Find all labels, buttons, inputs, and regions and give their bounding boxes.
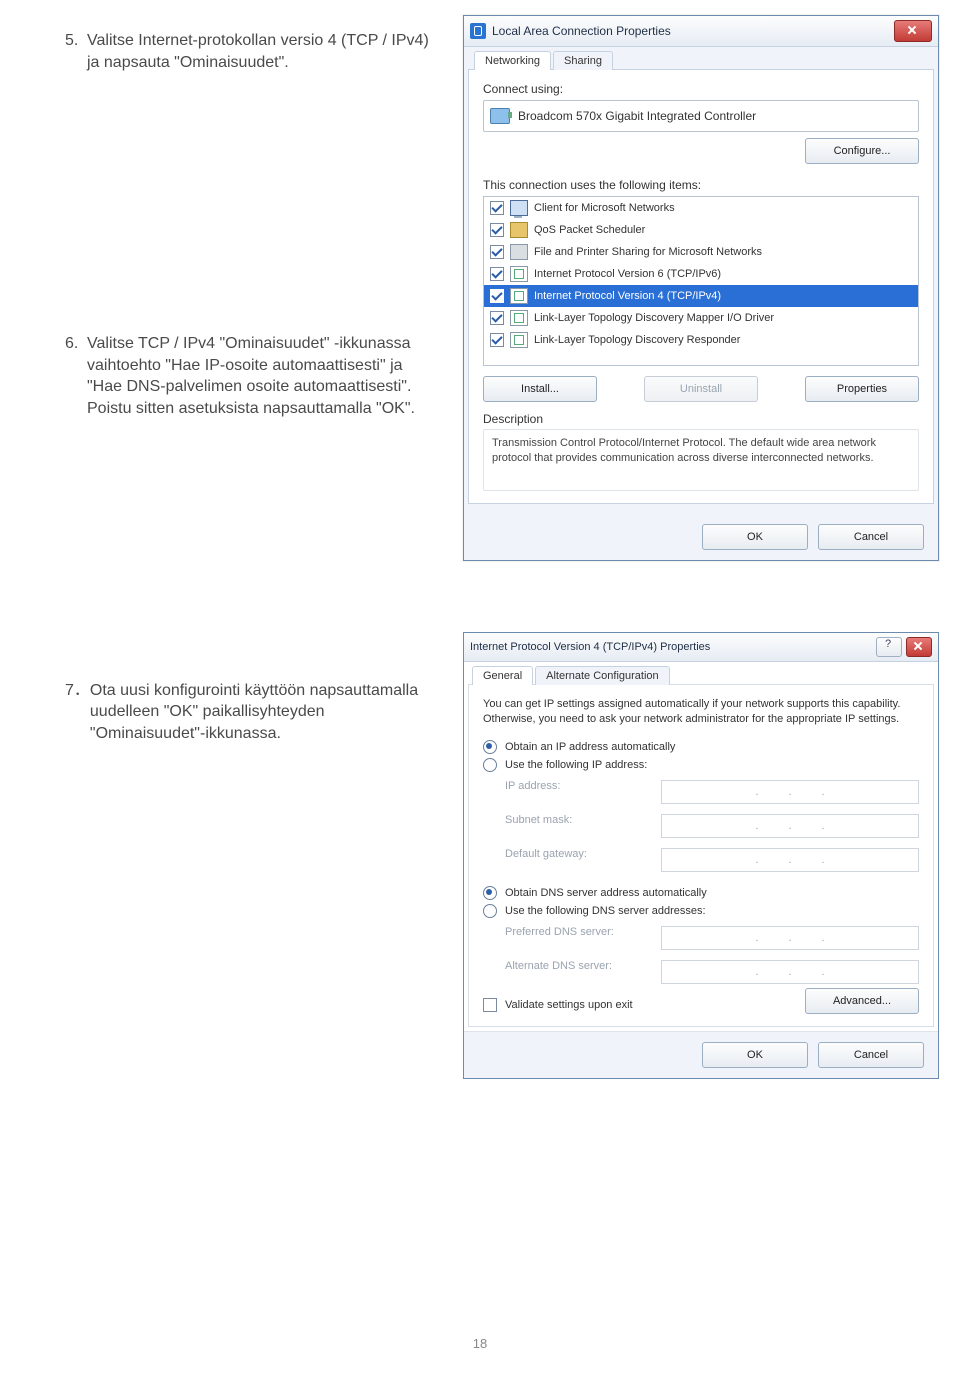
preferred-dns-field: ... [661,926,919,950]
list-item[interactable]: File and Printer Sharing for Microsoft N… [484,241,918,263]
install-button[interactable]: Install... [483,376,597,402]
checkbox-icon[interactable] [490,311,504,325]
radio-dot-icon [483,886,497,900]
default-gateway-field: ... [661,848,919,872]
properties-button[interactable]: Properties [805,376,919,402]
list-item[interactable]: Internet Protocol Version 6 (TCP/IPv6) [484,263,918,285]
subnet-mask-label: Subnet mask: [505,814,645,838]
printer-share-icon [510,244,528,260]
items-caption: This connection uses the following items… [483,178,919,192]
list-item-label: Link-Layer Topology Discovery Mapper I/O… [534,312,774,324]
connection-items-list[interactable]: Client for Microsoft Networks QoS Packet… [483,196,919,366]
default-gateway-label: Default gateway: [505,848,645,872]
radio-label: Obtain an IP address automatically [505,741,675,753]
description-label: Description [483,412,919,426]
radio-use-following-dns[interactable]: Use the following DNS server addresses: [483,904,919,918]
tab-alternate-configuration[interactable]: Alternate Configuration [535,666,670,685]
checkbox-icon[interactable] [490,289,504,303]
radio-label: Use the following IP address: [505,759,647,771]
list-item[interactable]: Client for Microsoft Networks [484,197,918,219]
lac-titlebar: Local Area Connection Properties [464,16,938,47]
radio-dot-icon [483,758,497,772]
radio-dot-icon [483,740,497,754]
cancel-button[interactable]: Cancel [818,1042,924,1068]
protocol-icon [510,288,528,304]
step-7-number: 7． [65,680,90,745]
ipv4-titlebar: Internet Protocol Version 4 (TCP/IPv4) P… [464,633,938,662]
lac-title: Local Area Connection Properties [492,24,671,38]
configure-button[interactable]: Configure... [805,138,919,164]
connect-using-label: Connect using: [483,82,919,96]
list-item-selected[interactable]: Internet Protocol Version 4 (TCP/IPv4) [484,285,918,307]
subnet-mask-field: ... [661,814,919,838]
close-button[interactable] [894,20,932,42]
step-5-number: 5. [65,30,87,73]
step-7: 7． Ota uusi konfigurointi käyttöön napsa… [65,680,435,745]
list-item[interactable]: Link-Layer Topology Discovery Mapper I/O… [484,307,918,329]
ip-address-label: IP address: [505,780,645,804]
ipv4-properties-dialog: Internet Protocol Version 4 (TCP/IPv4) P… [463,632,939,1079]
checkbox-icon[interactable] [483,998,497,1012]
ipv4-intro-text: You can get IP settings assigned automat… [483,697,919,728]
ok-button[interactable]: OK [702,524,808,550]
list-item-label: Client for Microsoft Networks [534,202,675,214]
advanced-button[interactable]: Advanced... [805,988,919,1014]
list-item[interactable]: Link-Layer Topology Discovery Responder [484,329,918,351]
checkbox-icon[interactable] [490,223,504,237]
protocol-icon [510,332,528,348]
step-6: 6. Valitse TCP / IPv4 "Ominaisuudet" -ik… [65,333,435,419]
tab-general[interactable]: General [472,666,533,685]
checkbox-icon[interactable] [490,201,504,215]
checkbox-icon[interactable] [490,333,504,347]
step-6-text: Valitse TCP / IPv4 "Ominaisuudet" -ikkun… [87,333,435,419]
radio-label: Use the following DNS server addresses: [505,905,706,917]
radio-obtain-dns-auto[interactable]: Obtain DNS server address automatically [483,886,919,900]
qos-icon [510,222,528,238]
checkbox-icon[interactable] [490,245,504,259]
list-item-label: QoS Packet Scheduler [534,224,645,236]
help-button[interactable] [876,637,902,657]
shield-icon [470,23,486,39]
nic-icon [490,108,510,124]
lac-properties-dialog: Local Area Connection Properties Network… [463,15,939,561]
close-button[interactable] [906,637,932,657]
tab-networking[interactable]: Networking [474,51,551,70]
protocol-icon [510,266,528,282]
ok-button[interactable]: OK [702,1042,808,1068]
step-6-number: 6. [65,333,87,419]
list-item-label: Internet Protocol Version 4 (TCP/IPv4) [534,290,721,302]
ipv4-title: Internet Protocol Version 4 (TCP/IPv4) P… [470,641,710,653]
ip-address-field: ... [661,780,919,804]
step-5-text: Valitse Internet-protokollan versio 4 (T… [87,30,435,73]
networking-panel: Connect using: Broadcom 570x Gigabit Int… [468,69,934,504]
protocol-icon [510,310,528,326]
radio-label: Obtain DNS server address automatically [505,887,707,899]
preferred-dns-label: Preferred DNS server: [505,926,645,950]
general-panel: You can get IP settings assigned automat… [468,684,934,1027]
instruction-column: 5. Valitse Internet-protokollan versio 4… [65,30,435,744]
list-item-label: Internet Protocol Version 6 (TCP/IPv6) [534,268,721,280]
description-text: Transmission Control Protocol/Internet P… [483,429,919,491]
radio-dot-icon [483,904,497,918]
cancel-button[interactable]: Cancel [818,524,924,550]
alternate-dns-label: Alternate DNS server: [505,960,645,984]
tab-sharing[interactable]: Sharing [553,51,613,70]
list-item[interactable]: QoS Packet Scheduler [484,219,918,241]
list-item-label: File and Printer Sharing for Microsoft N… [534,246,762,258]
step-7-text: Ota uusi konfigurointi käyttöön napsautt… [90,680,435,745]
uninstall-button: Uninstall [644,376,758,402]
adapter-field: Broadcom 570x Gigabit Integrated Control… [483,100,919,132]
page-number: 18 [0,1336,960,1351]
list-item-label: Link-Layer Topology Discovery Responder [534,334,740,346]
radio-use-following-ip[interactable]: Use the following IP address: [483,758,919,772]
validate-label: Validate settings upon exit [505,999,633,1011]
client-icon [510,200,528,216]
alternate-dns-field: ... [661,960,919,984]
radio-obtain-ip-auto[interactable]: Obtain an IP address automatically [483,740,919,754]
checkbox-icon[interactable] [490,267,504,281]
step-5: 5. Valitse Internet-protokollan versio 4… [65,30,435,73]
adapter-name: Broadcom 570x Gigabit Integrated Control… [518,109,756,123]
